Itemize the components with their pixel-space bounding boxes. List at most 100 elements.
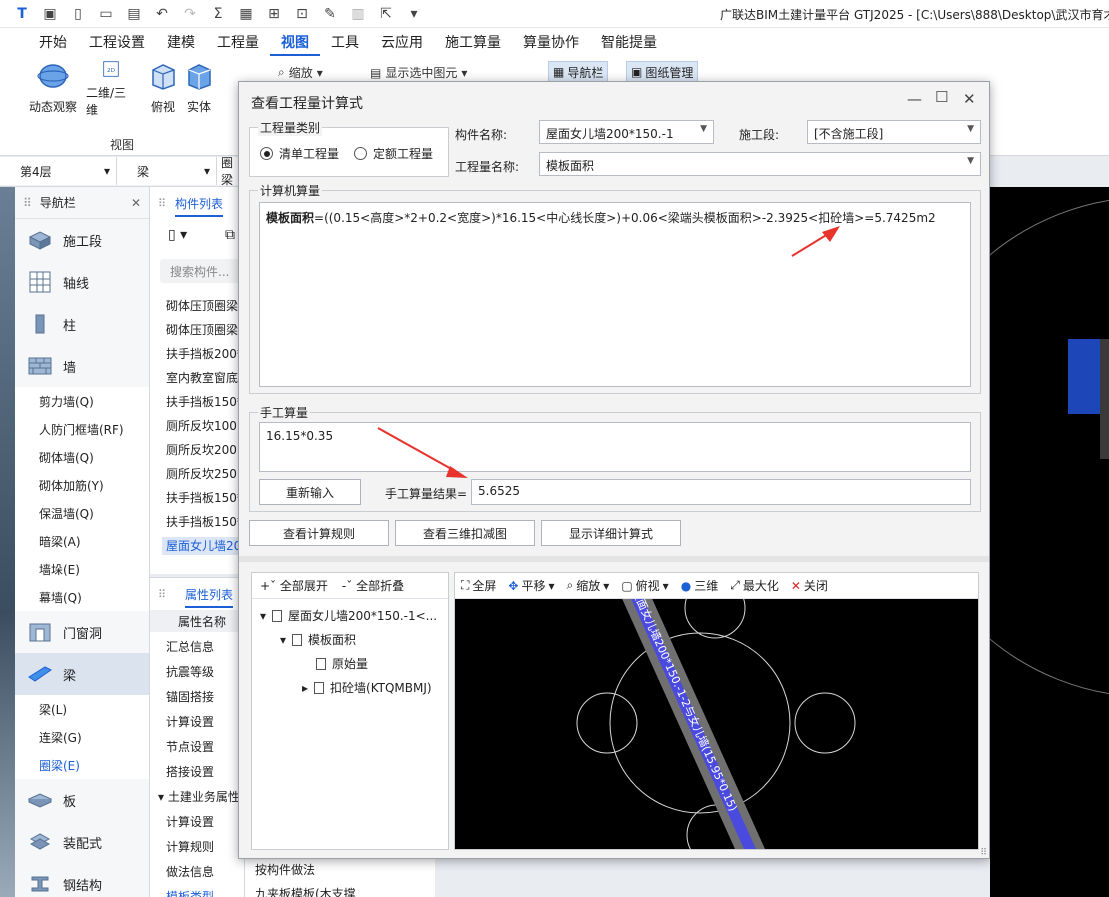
tree-icon[interactable]: ⊡ (288, 0, 316, 28)
property-row[interactable]: 搭接设置 (166, 763, 214, 780)
menu-project-settings[interactable]: 工程设置 (78, 28, 156, 56)
component-name-select[interactable]: 屋面女儿墙200*150.-1 ▼ (539, 120, 714, 144)
nav-item-slab[interactable]: 板 (15, 779, 149, 821)
view-calc-rules-button[interactable]: 查看计算规则 (249, 520, 389, 546)
list-item[interactable]: 扶手挡板150* (166, 393, 245, 410)
property-value[interactable]: 九夹板模板(木支撑 (255, 885, 356, 897)
list-item[interactable]: 扶手挡板200* (166, 345, 245, 362)
dynamic-orbit-button[interactable]: 动态观察 (28, 60, 78, 118)
nav-sub-insulation-wall[interactable]: 保温墙(Q) (15, 499, 149, 527)
list-item-selected[interactable]: 屋面女儿墙200 (162, 537, 241, 555)
list-item[interactable]: 室内教室窗底 (166, 369, 245, 386)
property-row[interactable]: 锚固搭接 (166, 688, 214, 705)
tab-component-list[interactable]: 构件列表 (175, 195, 224, 217)
manual-result-field[interactable]: 5.6525 (471, 479, 971, 505)
computer-formula-box[interactable]: 模板面积=((0.15<高度>*2+0.2<宽度>)*16.15<中心线长度>)… (259, 202, 971, 387)
menu-modeling[interactable]: 建模 (156, 28, 206, 56)
radio-bill-quantity[interactable]: 清单工程量 (260, 145, 339, 162)
tree-node-root[interactable]: ▾ 屋面女儿墙200*150.-1<... (260, 607, 437, 624)
list-item[interactable]: 砌体压顶圈梁 (166, 321, 245, 338)
top-view-button[interactable]: ▢ 俯视 ▾ (621, 577, 668, 594)
expand-all-button[interactable]: +ˇ 全部展开 (260, 577, 328, 594)
nav-sub-ring-beam[interactable]: 圈梁(E) (15, 751, 149, 779)
grid-icon[interactable]: ▣ (36, 0, 64, 28)
drag-handle-icon[interactable]: ⠿ (158, 588, 166, 601)
nav-item-prefab[interactable]: 装配式 (15, 821, 149, 863)
property-row[interactable]: 模板类型 (166, 888, 214, 897)
property-row[interactable]: 计算设置 (166, 813, 214, 830)
reinput-button[interactable]: 重新输入 (259, 479, 361, 505)
list-item[interactable]: 扶手挡板150* (166, 513, 245, 530)
columns-icon[interactable]: ▥ (344, 0, 372, 28)
property-row[interactable]: 节点设置 (166, 738, 214, 755)
3d-button[interactable]: ● 三维 (681, 577, 719, 594)
drag-handle-icon[interactable]: ⠿ (158, 197, 166, 210)
copy-icon[interactable]: ⧉ (225, 227, 235, 243)
menu-start[interactable]: 开始 (28, 28, 78, 56)
report-icon[interactable]: ▦ (232, 0, 260, 28)
maximize-icon[interactable]: ☐ (935, 88, 948, 106)
nav-item-door-window[interactable]: 门窗洞 (15, 611, 149, 653)
radio-quota-quantity[interactable]: 定额工程量 (354, 145, 433, 162)
drawing-canvas[interactable] (899, 187, 1109, 897)
list-item[interactable]: 厕所反坎200 (166, 441, 245, 458)
manual-expression-input[interactable]: 16.15*0.35 (259, 422, 971, 472)
nav-sub-beam[interactable]: 梁(L) (15, 695, 149, 723)
list-item[interactable]: 厕所反坎100 (166, 417, 245, 434)
property-value[interactable]: 按构件做法 (255, 861, 315, 878)
more-icon[interactable]: ▾ (400, 0, 428, 28)
close-icon[interactable]: ✕ (963, 90, 976, 108)
collapse-all-button[interactable]: -ˇ 全部折叠 (342, 577, 404, 594)
nav-item-beam[interactable]: 梁 (15, 653, 149, 695)
property-group-civil[interactable]: ▾ 土建业务属性 (158, 788, 240, 805)
property-row[interactable]: 汇总信息 (166, 638, 214, 655)
nav-sub-masonry-rebar[interactable]: 砌体加筋(Y) (15, 471, 149, 499)
new-component-icon[interactable]: ▯ ▾ (168, 227, 187, 243)
solid-button[interactable]: 实体 (174, 60, 224, 118)
show-selected-button[interactable]: ▤ 显示选中图元 ▾ (370, 64, 467, 81)
menu-smart-extract[interactable]: 智能提量 (590, 28, 668, 56)
sum-icon[interactable]: Σ (204, 0, 232, 28)
menu-collaboration[interactable]: 算量协作 (512, 28, 590, 56)
tab-property-list[interactable]: 属性列表 (185, 586, 234, 608)
pen-icon[interactable]: ✎ (316, 0, 344, 28)
property-row[interactable]: 做法信息 (166, 863, 214, 880)
nav-sub-civil-defense-wall[interactable]: 人防门框墙(RF) (15, 415, 149, 443)
menu-cloud[interactable]: 云应用 (370, 28, 434, 56)
nav-sub-hidden-beam[interactable]: 暗梁(A) (15, 527, 149, 555)
floor-select[interactable]: 第4层 ▾ (0, 157, 117, 185)
pan-button[interactable]: ✥ 平移 ▾ (508, 577, 554, 594)
nav-sub-curtain-wall[interactable]: 幕墙(Q) (15, 583, 149, 611)
2d-3d-button[interactable]: 2D 二维/三维 (86, 60, 136, 118)
tree-node-formwork-area[interactable]: ▾ 模板面积 (280, 631, 356, 648)
close-viewer-button[interactable]: ✕ 关闭 (791, 577, 828, 594)
nav-item-column[interactable]: 柱 (15, 303, 149, 345)
menu-quantity[interactable]: 工程量 (206, 28, 270, 56)
property-row[interactable]: 计算规则 (166, 838, 214, 855)
export-icon[interactable]: ⇱ (372, 0, 400, 28)
menu-view[interactable]: 视图 (270, 28, 320, 56)
new-file-icon[interactable]: ▯ (64, 0, 92, 28)
redo-icon[interactable]: ↷ (176, 0, 204, 28)
menu-tools[interactable]: 工具 (320, 28, 370, 56)
resize-grip-icon[interactable]: ⠿ (980, 848, 987, 858)
zoom-button[interactable]: ⌕ 缩放 ▾ (278, 64, 323, 81)
maximize-button[interactable]: ⤢ 最大化 (730, 577, 779, 594)
save-icon[interactable]: ▤ (120, 0, 148, 28)
viewer-canvas[interactable]: 屋面女儿墙200*150.-1-2与女儿墙(15.95*0.15) (455, 573, 978, 849)
tree-node-original[interactable]: 原始量 (316, 655, 368, 672)
nav-sub-coupling-beam[interactable]: 连梁(G) (15, 723, 149, 751)
nav-item-steel[interactable]: 钢结构 (15, 863, 149, 897)
fullscreen-button[interactable]: ⛶ 全屏 (461, 577, 496, 594)
nav-item-axis[interactable]: 轴线 (15, 261, 149, 303)
nav-sub-masonry-wall[interactable]: 砌体墙(Q) (15, 443, 149, 471)
splitter[interactable] (239, 556, 989, 562)
list-item[interactable]: 厕所反坎250 (166, 465, 245, 482)
list-item[interactable]: 扶手挡板150* (166, 489, 245, 506)
check-icon[interactable]: ⊞ (260, 0, 288, 28)
open-folder-icon[interactable]: ▭ (92, 0, 120, 28)
property-row[interactable]: 计算设置 (166, 713, 214, 730)
drag-handle-icon[interactable]: ⠿ (23, 196, 32, 210)
component-search-input[interactable]: 搜索构件... (160, 259, 245, 283)
property-row[interactable]: 抗震等级 (166, 663, 214, 680)
